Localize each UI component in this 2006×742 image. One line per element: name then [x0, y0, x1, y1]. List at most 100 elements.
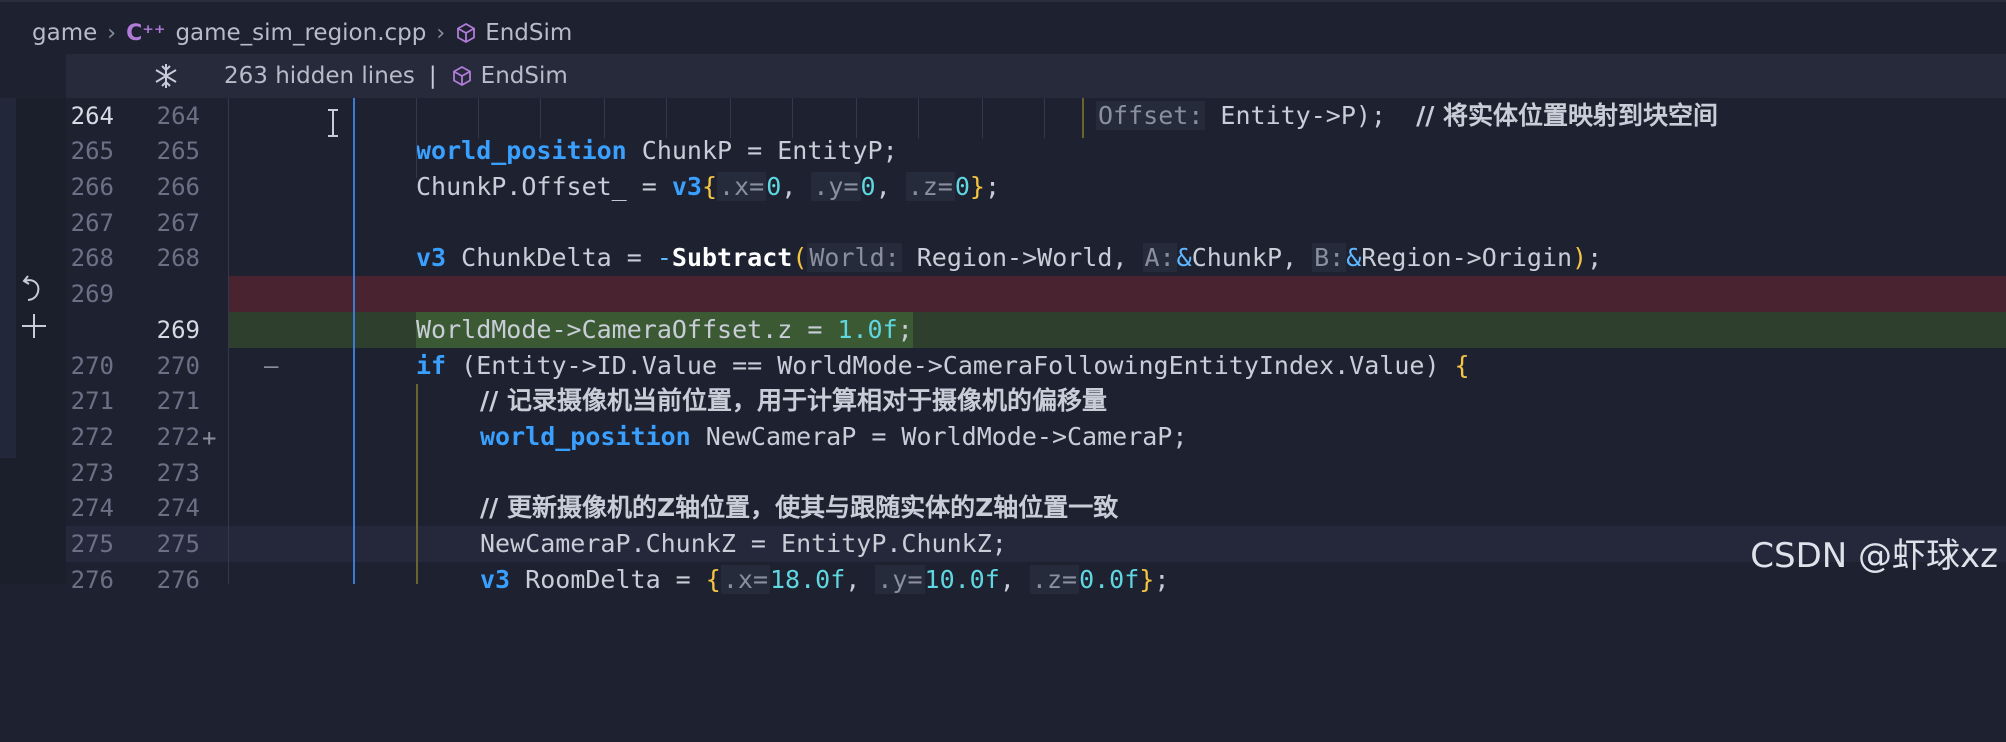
chevron-right-icon: › [436, 20, 446, 46]
inlay-hint: .x= [717, 172, 767, 201]
indent-guide [918, 98, 919, 138]
bracket-guide [1082, 98, 1084, 138]
code-type: world_position [480, 422, 691, 451]
sticky-separator: | [428, 63, 437, 89]
code-segment: RoomDelta = [510, 565, 706, 594]
code-type: v3 [671, 172, 702, 201]
inlay-hint: .y= [811, 172, 861, 201]
code-text: v3 ChunkDelta = -Subtract(World: Region-… [416, 243, 1603, 272]
breadcrumb-file[interactable]: game_sim_region.cpp [175, 20, 426, 46]
indent-guide [792, 98, 793, 138]
line-number-new: 269 [156, 316, 200, 344]
code-line: 270 270 if (Entity->ID.Value == WorldMod… [66, 348, 2006, 384]
inlay-hint: .z= [905, 172, 955, 201]
diff-gutter-strip [0, 98, 16, 458]
indent-guide [666, 98, 667, 138]
code-text: ChunkP.Offset_ = v3{.x=0, .y=0, .z=0}; [416, 172, 1001, 201]
plus-icon[interactable] [20, 312, 48, 348]
code-segment: (Entity->ID.Value == WorldMode->CameraFo… [446, 351, 1455, 380]
line-number-old: 270 [70, 352, 114, 380]
active-indent-guide [353, 98, 355, 584]
line-number-old: 274 [70, 494, 114, 522]
unfold-icon[interactable] [152, 62, 196, 90]
code-line: 276 276 v3 RoomDelta = {.x=18.0f, .y=10.… [66, 562, 2006, 598]
inlay-hint: .z= [1029, 565, 1080, 594]
code-segment: Region->World, [901, 243, 1143, 272]
indent-guide [856, 98, 857, 138]
code-text: WorldMode->CameraOffset.z = 1.0f; [416, 312, 913, 348]
line-number-new: 276 [156, 566, 200, 594]
code-line: 268 268 v3 ChunkDelta = -Subtract(World:… [66, 240, 2006, 276]
chevron-right-icon: › [107, 20, 117, 46]
line-number-old: 269 [70, 280, 114, 308]
line-number-old: 268 [70, 244, 114, 272]
code-segment: WorldMode->CameraOffset.z = [416, 315, 838, 344]
code-number: 0 [954, 172, 970, 201]
breadcrumb-symbol[interactable]: EndSim [485, 20, 572, 46]
code-comment: // 记录摄像机当前位置，用于计算相对于摄像机的偏移量 [480, 386, 1107, 415]
sticky-scroll-header[interactable]: 263 hidden lines | EndSim [66, 54, 2006, 98]
line-number-old: 264 [70, 102, 114, 130]
line-number-new: 271 [156, 387, 200, 415]
line-number-old: 276 [70, 566, 114, 594]
breadcrumb-root[interactable]: game [32, 20, 97, 46]
code-text: world_position NewCameraP = WorldMode->C… [480, 419, 1187, 455]
code-type: world_position [416, 136, 627, 165]
code-number: 1.0f [837, 315, 898, 344]
code-number: 0 [860, 172, 876, 201]
line-number-old: 272 [70, 423, 114, 451]
code-segment: ChunkP.Offset_ = [416, 172, 672, 201]
line-number-old: 266 [70, 173, 114, 201]
code-line: 265 265 world_position ChunkP = EntityP; [66, 133, 2006, 169]
code-comment: // 将实体位置映射到块空间 [1416, 101, 1719, 130]
revert-icon[interactable] [20, 272, 46, 310]
line-number-new: 268 [156, 244, 200, 272]
inlay-hint: World: [807, 243, 902, 272]
line-number-new: 275 [156, 530, 200, 558]
code-segment: ChunkDelta = [446, 243, 657, 272]
code-line: 273 273 [66, 455, 2006, 491]
code-segment: ChunkP = EntityP; [626, 136, 898, 165]
line-number-old: 271 [70, 387, 114, 415]
line-number-old: 275 [70, 530, 114, 558]
indent-guide [478, 98, 479, 138]
inlay-hint: .y= [875, 565, 925, 594]
code-text: if (Entity->ID.Value == WorldMode->Camer… [416, 351, 1470, 380]
cube-icon [455, 22, 477, 44]
code-segment: ChunkP, [1191, 243, 1313, 272]
line-number-new: 272 [156, 423, 200, 451]
code-number: 0 [766, 172, 782, 201]
code-segment: Entity->P); [1205, 101, 1417, 130]
hidden-lines-label: 263 hidden lines [224, 63, 415, 89]
line-number-old: 273 [70, 459, 114, 487]
watermark: CSDN @虾球xz [1750, 536, 1998, 576]
inlay-hint: Offset: [1096, 101, 1206, 130]
code-number: 18.0f [770, 565, 846, 594]
deleted-line-highlight [228, 276, 2006, 312]
code-editor[interactable]: 264 264 Offset: Entity->P); // 将实体位置映射到块… [66, 98, 2006, 594]
code-number: 10.0f [924, 565, 1000, 594]
bracket-guide [416, 384, 418, 584]
indent-guide [416, 98, 417, 178]
code-function: Subtract [671, 243, 793, 272]
code-text: world_position ChunkP = EntityP; [416, 133, 898, 169]
indent-guide [982, 98, 983, 138]
code-line: 266 266 ChunkP.Offset_ = v3{.x=0, .y=0, … [66, 169, 2006, 205]
indent-guide [604, 98, 605, 138]
code-line: 274 274 // 更新摄像机的Z轴位置，使其与跟随实体的Z轴位置一致 [66, 490, 2006, 526]
code-segment: Region->Origin [1361, 243, 1572, 272]
code-type: v3 [416, 243, 447, 272]
sticky-symbol: EndSim [480, 63, 568, 89]
text-cursor-icon [326, 108, 340, 145]
code-number: 0.0f [1079, 565, 1140, 594]
line-number-new: 273 [156, 459, 200, 487]
line-number-new: 265 [156, 137, 200, 165]
code-type: v3 [480, 565, 511, 594]
line-number-new: 274 [156, 494, 200, 522]
code-line: 267 267 [66, 205, 2006, 241]
line-number-old: 267 [70, 209, 114, 237]
added-line: 269 + WorldMode->CameraOffset.z = 1.0f; [66, 312, 2006, 452]
inlay-hint: A: [1142, 243, 1177, 272]
code-segment: NewCameraP = WorldMode->CameraP; [690, 422, 1188, 451]
code-line: 272 272 world_position NewCameraP = Worl… [66, 419, 2006, 455]
